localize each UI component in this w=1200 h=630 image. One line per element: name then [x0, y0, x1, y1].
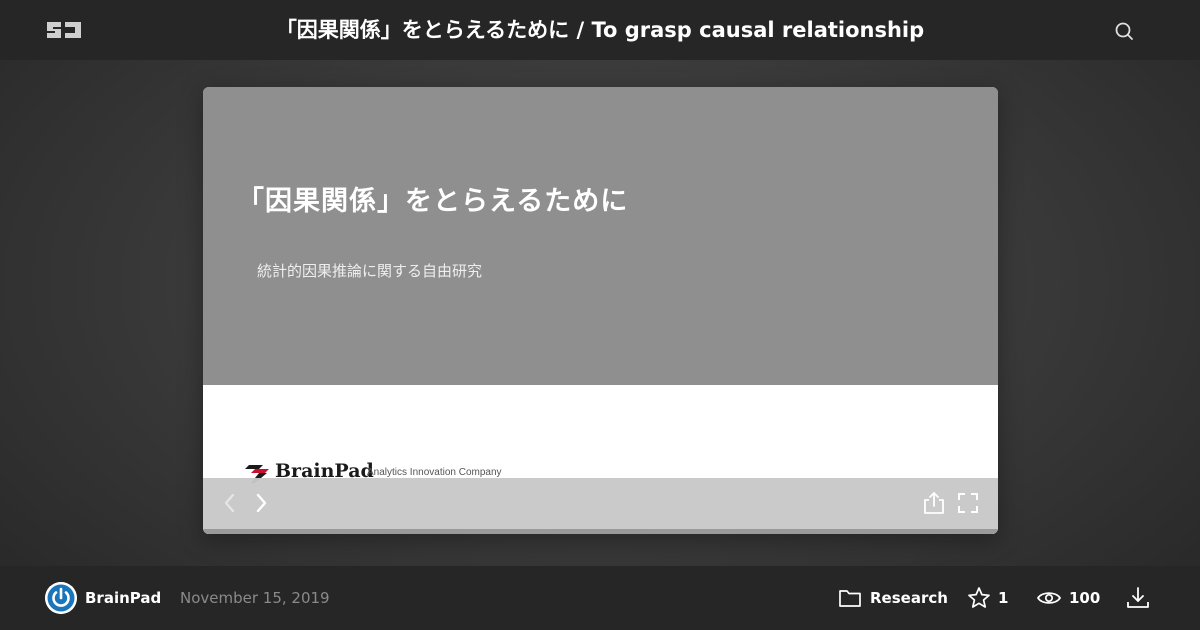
slide-viewer[interactable]: 「因果関係」をとらえるために 統計的因果推論に関する自由研究 BrainPad …: [203, 87, 998, 534]
eye-icon: [1037, 592, 1061, 604]
deck-info-bar: BrainPad November 15, 2019 Research 1 10…: [0, 566, 1200, 630]
category-link[interactable]: Research: [870, 566, 948, 630]
chevron-right-icon[interactable]: [248, 490, 274, 516]
folder-icon[interactable]: [837, 585, 863, 611]
slide-progress-bar[interactable]: [203, 529, 998, 534]
slide-subtitle: 統計的因果推論に関する自由研究: [257, 262, 483, 280]
slide-controls: [203, 478, 998, 529]
download-icon[interactable]: [1125, 585, 1151, 611]
search-icon[interactable]: [1112, 19, 1136, 43]
brand-tagline: Analytics Innovation Company: [367, 467, 502, 478]
share-icon[interactable]: [921, 490, 947, 516]
slide-title-area: [203, 87, 998, 385]
view-count: 100: [1069, 589, 1101, 607]
deck-title: 「因果関係」をとらえるために / To grasp causal relatio…: [275, 18, 925, 42]
slide-heading: 「因果関係」をとらえるために: [237, 186, 629, 217]
fullscreen-icon[interactable]: [955, 490, 981, 516]
speakerdeck-logo-icon[interactable]: [44, 18, 84, 42]
top-bar: 「因果関係」をとらえるために / To grasp causal relatio…: [0, 0, 1200, 60]
author-name-link[interactable]: BrainPad: [85, 566, 161, 630]
star-icon[interactable]: [966, 585, 992, 611]
chevron-left-icon[interactable]: [217, 490, 243, 516]
star-count: 1: [998, 589, 1009, 607]
publish-date: November 15, 2019: [180, 589, 330, 607]
author-avatar[interactable]: [45, 582, 77, 614]
